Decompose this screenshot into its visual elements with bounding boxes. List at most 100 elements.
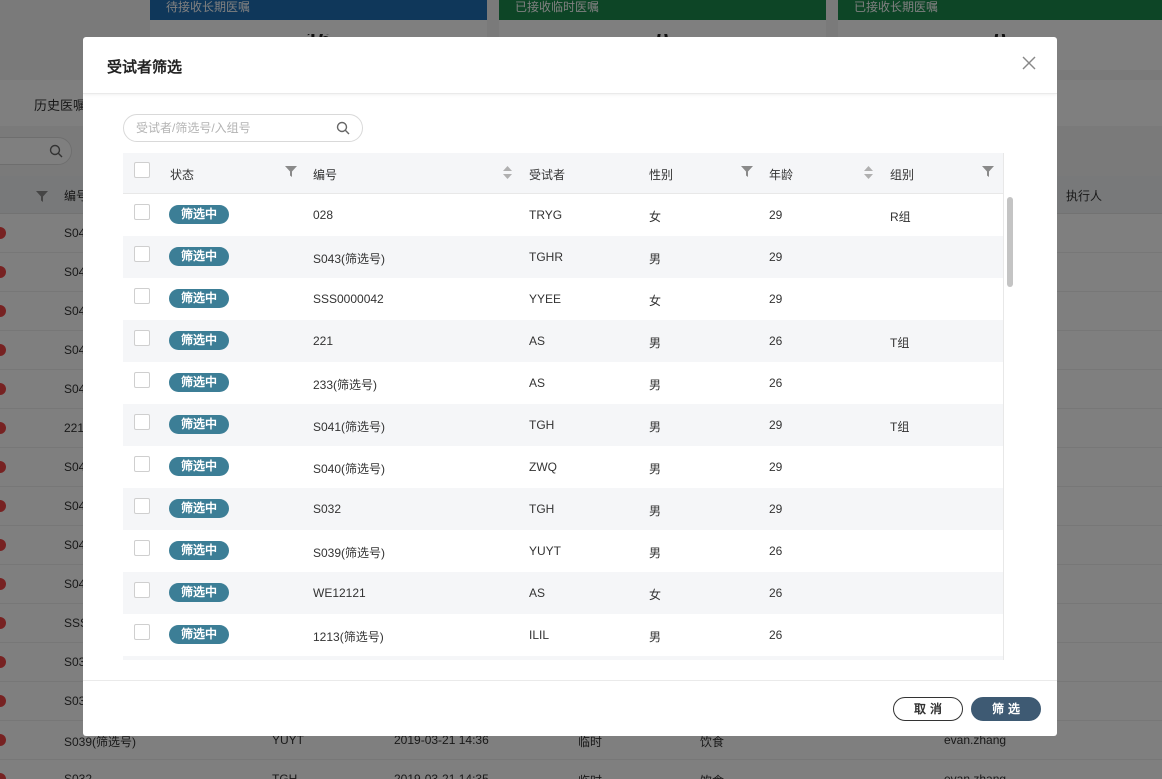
cell-age: 29 [769,502,783,516]
cell-gender: 男 [649,630,662,644]
row-checkbox[interactable] [134,582,150,598]
row-checkbox[interactable] [134,330,150,346]
cell-age: 26 [769,334,783,348]
cell-gender: 女 [649,588,662,602]
dialog-title: 受试者筛选 [107,59,183,76]
table-row[interactable]: 筛选中 S041(筛选号) TGH 男 29 T组 [123,404,1003,446]
subject-search-input[interactable] [136,120,326,136]
column-header-status: 状态 [170,168,195,182]
row-checkbox[interactable] [134,204,150,220]
cell-number: WE12121 [313,586,366,600]
status-badge: 筛选中 [169,289,229,308]
cell-gender: 男 [649,462,662,476]
status-badge: 筛选中 [169,499,229,518]
cell-age: 29 [769,250,783,264]
row-checkbox[interactable] [134,288,150,304]
cell-number: S040(筛选号) [313,462,386,476]
filter-button[interactable]: 筛选 [971,697,1041,721]
row-checkbox[interactable] [134,372,150,388]
column-header-age: 年龄 [769,168,794,182]
cell-subject: AS [529,586,546,600]
dialog-header: 受试者筛选 [83,37,1057,94]
search-icon[interactable] [336,121,350,135]
table-row[interactable]: 筛选中 221 AS 男 26 T组 [123,320,1003,362]
cell-gender: 男 [649,252,662,266]
table-row[interactable]: 筛选中 WE12121 AS 女 26 [123,572,1003,614]
cell-gender: 男 [649,420,662,434]
cell-age: 29 [769,418,783,432]
cell-gender: 女 [649,294,662,308]
table-row[interactable]: 筛选中 S039(筛选号) YUYT 男 26 [123,530,1003,572]
column-header-subject: 受试者 [529,168,566,182]
sort-icon[interactable] [503,166,512,179]
row-checkbox[interactable] [134,246,150,262]
status-badge: 筛选中 [169,415,229,434]
status-badge: 筛选中 [169,205,229,224]
status-badge: 筛选中 [169,457,229,476]
status-badge: 筛选中 [169,247,229,266]
cancel-button[interactable]: 取消 [893,697,963,721]
cell-number: SSS0000042 [313,292,384,306]
row-checkbox[interactable] [134,414,150,430]
cell-subject: AS [529,376,546,390]
cell-gender: 男 [649,504,662,518]
cell-subject: YYEE [529,292,562,306]
sort-icon[interactable] [864,166,873,179]
filter-icon[interactable] [982,166,994,177]
row-checkbox[interactable] [134,624,150,640]
scrollbar-thumb[interactable] [1007,197,1013,287]
filter-icon[interactable] [741,166,753,177]
cell-age: 26 [769,586,783,600]
table-scrollbar[interactable] [1003,153,1017,660]
cell-subject: TRYG [529,208,563,222]
cell-subject: TGH [529,418,555,432]
row-checkbox[interactable] [134,498,150,514]
cell-number: 221 [313,334,334,348]
subject-filter-dialog: 受试者筛选 状态 编号 受试者 性别 年龄 组别 筛选中 028 TRYG 女 29 R组… [83,37,1057,736]
status-badge: 筛选中 [169,583,229,602]
cell-number: 233(筛选号) [313,378,378,392]
cell-subject: TGHR [529,250,563,264]
cell-age: 29 [769,292,783,306]
cell-subject: ILIL [529,628,550,642]
cell-gender: 男 [649,546,662,560]
cell-age: 26 [769,544,783,558]
select-all-checkbox[interactable] [134,162,150,178]
table-row[interactable] [123,656,1003,660]
status-badge: 筛选中 [169,331,229,350]
status-badge: 筛选中 [169,625,229,644]
cell-number: S039(筛选号) [313,546,386,560]
cell-gender: 男 [649,336,662,350]
cell-group: T组 [890,420,910,434]
table-row[interactable]: 筛选中 S040(筛选号) ZWQ 男 29 [123,446,1003,488]
close-icon[interactable] [1021,55,1037,71]
cell-number: S041(筛选号) [313,420,386,434]
table-row[interactable]: 筛选中 SSS0000042 YYEE 女 29 [123,278,1003,320]
cell-gender: 男 [649,378,662,392]
table-row[interactable]: 筛选中 S032 TGH 男 29 [123,488,1003,530]
column-header-number: 编号 [313,168,338,182]
status-badge: 筛选中 [169,373,229,392]
cell-group: R组 [890,210,911,224]
cell-gender: 女 [649,210,662,224]
cell-subject: YUYT [529,544,562,558]
cell-number: S043(筛选号) [313,252,386,266]
subject-search-box [123,114,363,142]
cell-number: S032 [313,502,342,516]
table-row[interactable]: 筛选中 233(筛选号) AS 男 26 [123,362,1003,404]
column-header-gender: 性别 [649,168,674,182]
subject-table: 状态 编号 受试者 性别 年龄 组别 筛选中 028 TRYG 女 29 R组 筛选中 S04… [123,153,1017,660]
row-checkbox[interactable] [134,456,150,472]
row-checkbox[interactable] [134,540,150,556]
cell-number: 1213(筛选号) [313,630,384,644]
filter-icon[interactable] [285,166,297,177]
table-body: 筛选中 028 TRYG 女 29 R组 筛选中 S043(筛选号) TGHR 男 29 筛选中 SSS… [123,194,1003,660]
cell-age: 29 [769,208,783,222]
cell-age: 26 [769,376,783,390]
dialog-footer: 取消 筛选 [83,680,1057,736]
table-row[interactable]: 筛选中 1213(筛选号) ILIL 男 26 [123,614,1003,656]
table-row[interactable]: 筛选中 S043(筛选号) TGHR 男 29 [123,236,1003,278]
cell-group: T组 [890,336,910,350]
cell-subject: AS [529,334,546,348]
table-row[interactable]: 筛选中 028 TRYG 女 29 R组 [123,194,1003,236]
